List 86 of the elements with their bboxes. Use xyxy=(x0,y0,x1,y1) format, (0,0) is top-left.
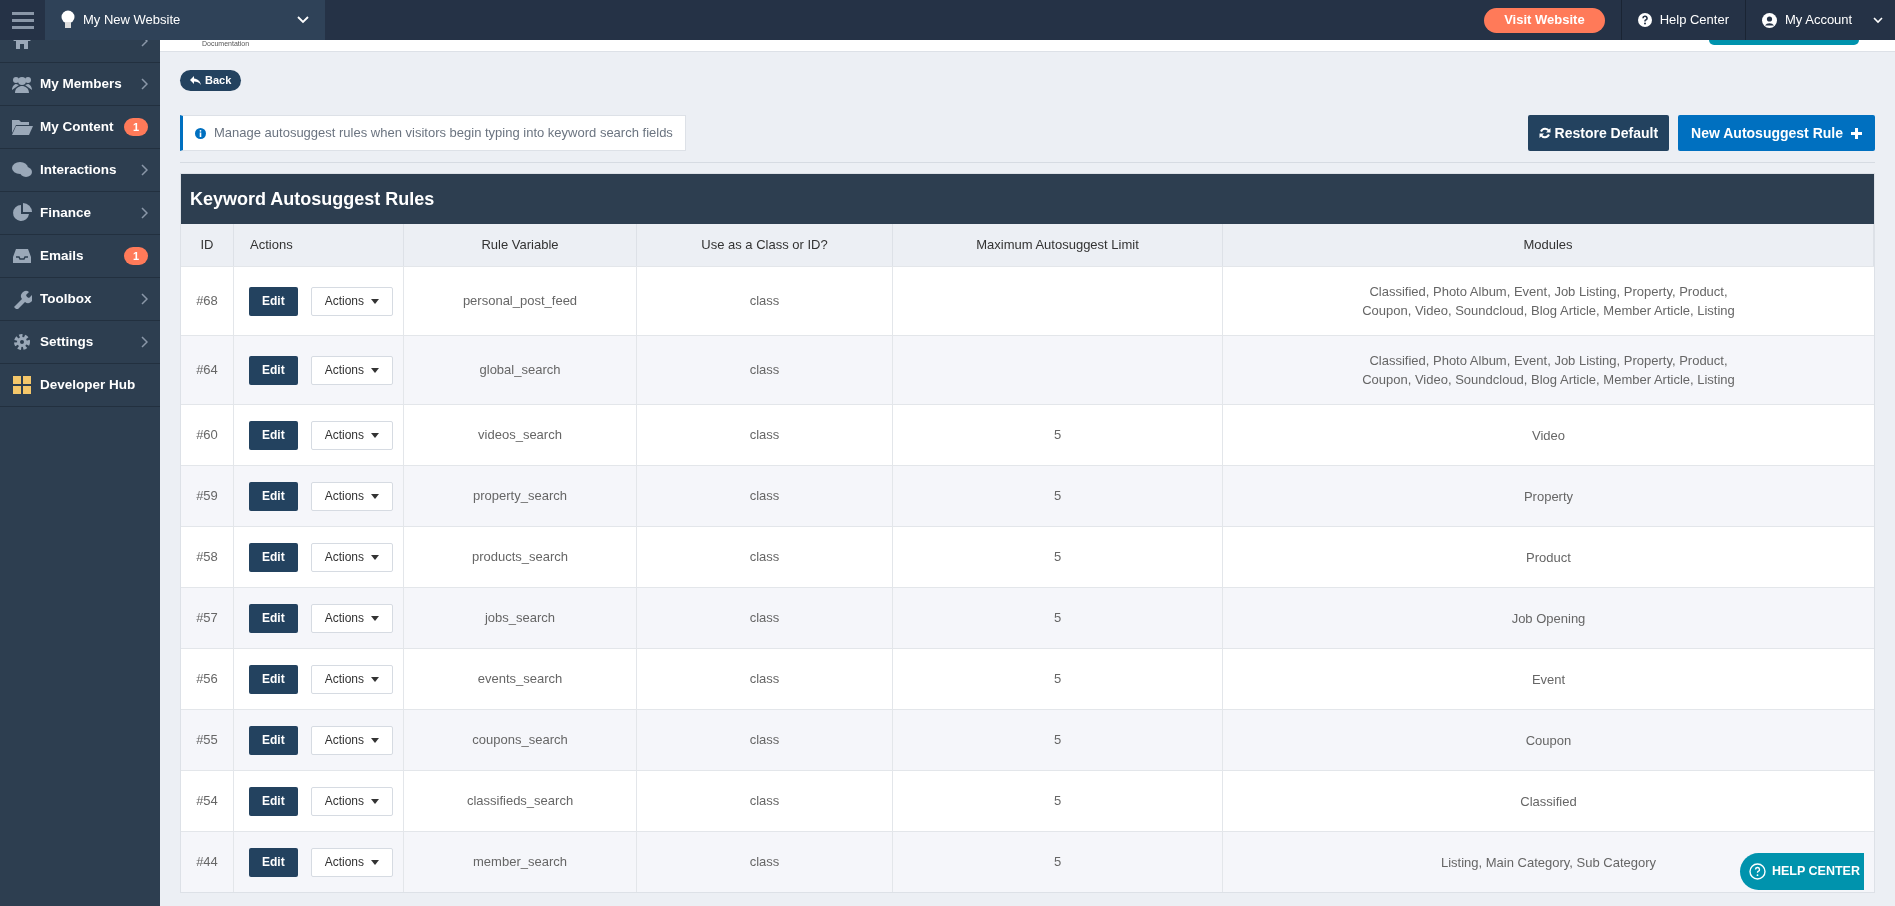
table-cell-text: 5 xyxy=(1053,487,1062,506)
table-cell: member_search xyxy=(404,832,637,892)
actions-dropdown[interactable]: Actions xyxy=(310,664,394,694)
table-cell-text: Classified, Photo Album, Event, Job Listing, Property, Product, Coupon, Video, Soundcloud, Blog Article, Member Article, Listing xyxy=(1361,352,1736,389)
actions-dropdown[interactable]: Actions xyxy=(310,725,394,755)
edit-button[interactable]: Edit xyxy=(249,481,298,511)
caret-icon xyxy=(371,798,380,804)
table-cell-text: Coupon xyxy=(1525,731,1572,750)
edit-button[interactable]: Edit xyxy=(249,725,298,755)
table-cell-text: 5 xyxy=(1053,670,1062,689)
chevron-down-icon xyxy=(297,16,309,24)
count-badge: 1 xyxy=(123,246,148,266)
caret-icon xyxy=(371,859,380,865)
sidebar-item[interactable]: My Members xyxy=(0,63,160,106)
table-title: Keyword Autosuggest Rules xyxy=(190,187,435,211)
table-cell-text: 5 xyxy=(1053,731,1062,750)
caret-icon xyxy=(371,554,380,560)
sidebar-item[interactable]: My Content 1 xyxy=(0,106,160,149)
folder-icon xyxy=(11,118,33,136)
user-icon xyxy=(1762,12,1777,28)
caret-icon xyxy=(371,615,380,621)
back-button[interactable]: Back xyxy=(180,70,242,91)
table-cell-text: Classified, Photo Album, Event, Job Listing, Property, Product, Coupon, Video, Soundcloud, Blog Article, Member Article, Listing xyxy=(1361,283,1736,320)
info-icon xyxy=(195,127,206,139)
gear-icon xyxy=(12,332,32,352)
table-cell-text: Product xyxy=(1526,548,1571,567)
table-cell-text: Classified xyxy=(1520,792,1577,811)
actions-dropdown[interactable]: Actions xyxy=(310,786,394,816)
table-cell-text: Job Opening xyxy=(1511,609,1586,628)
sidebar-item[interactable]: Settings xyxy=(0,321,160,364)
actions-dropdown[interactable]: Actions xyxy=(310,420,394,450)
caret-icon xyxy=(371,737,380,743)
table-cell: #44 xyxy=(181,832,234,892)
edit-button[interactable]: Edit xyxy=(249,786,298,816)
sidebar-item[interactable]: Toolbox xyxy=(0,278,160,321)
actions-dropdown[interactable]: Actions xyxy=(310,355,394,385)
help-center-button[interactable]: HELP CENTER xyxy=(1740,853,1864,890)
actions-dropdown[interactable]: Actions xyxy=(310,542,394,572)
caret-icon xyxy=(371,298,380,304)
edit-button[interactable]: Edit xyxy=(249,542,298,572)
table-cell-text: 5 xyxy=(1053,609,1062,628)
inbox-icon xyxy=(12,248,32,264)
restore-default-button[interactable]: Restore Default xyxy=(1527,115,1670,151)
site-selector[interactable]: My New Website xyxy=(45,0,325,40)
edit-button[interactable]: Edit xyxy=(249,420,298,450)
table-cell-text: Event xyxy=(1531,670,1566,689)
help-icon xyxy=(1749,863,1766,880)
reply-arrow-icon xyxy=(190,76,201,85)
caret-icon xyxy=(371,676,380,682)
table-cell-text: Video xyxy=(1532,426,1565,445)
count-badge: 1 xyxy=(123,117,148,137)
wrench-icon xyxy=(12,289,32,309)
pie-chart-icon xyxy=(12,203,32,223)
table-cell-text: 5 xyxy=(1053,853,1062,872)
new-rule-button[interactable]: New Autosuggest Rule xyxy=(1678,115,1875,151)
edit-button[interactable]: Edit xyxy=(249,286,298,316)
edit-button[interactable]: Edit xyxy=(249,664,298,694)
grid-icon xyxy=(13,376,31,394)
sidebar-item[interactable]: Finance xyxy=(0,192,160,235)
table-cell-text: Listing, Main Category, Sub Category xyxy=(1440,853,1657,872)
plus-icon xyxy=(1851,127,1862,139)
table-cell-text: 5 xyxy=(1053,792,1062,811)
actions-dropdown[interactable]: Actions xyxy=(310,481,394,511)
table-cell: class xyxy=(637,832,893,892)
table-cell-text: Property xyxy=(1523,487,1574,506)
sidebar-item[interactable]: Emails 1 xyxy=(0,235,160,278)
caret-icon xyxy=(371,367,380,373)
sidebar-item[interactable]: Interactions xyxy=(0,149,160,192)
caret-icon xyxy=(371,432,380,438)
info-text: Manage autosuggest rules when visitors begin typing into keyword search fields xyxy=(214,124,673,143)
chevron-down-icon xyxy=(1873,16,1883,24)
help-icon xyxy=(1637,13,1652,27)
edit-button[interactable]: Edit xyxy=(249,355,298,385)
table-cell-text: 5 xyxy=(1053,548,1062,567)
refresh-icon xyxy=(1538,127,1551,139)
users-icon xyxy=(11,75,33,93)
table-cell-text: 5 xyxy=(1053,426,1062,445)
edit-button[interactable]: Edit xyxy=(249,603,298,633)
caret-icon xyxy=(371,493,380,499)
chat-icon xyxy=(11,161,33,179)
actions-dropdown[interactable]: Actions xyxy=(310,847,394,877)
edit-button[interactable]: Edit xyxy=(249,847,298,877)
actions-dropdown[interactable]: Actions xyxy=(310,286,394,316)
actions-dropdown[interactable]: Actions xyxy=(310,603,394,633)
sidebar-item[interactable]: Developer Hub xyxy=(0,364,160,407)
lightbulb-icon xyxy=(61,10,75,30)
